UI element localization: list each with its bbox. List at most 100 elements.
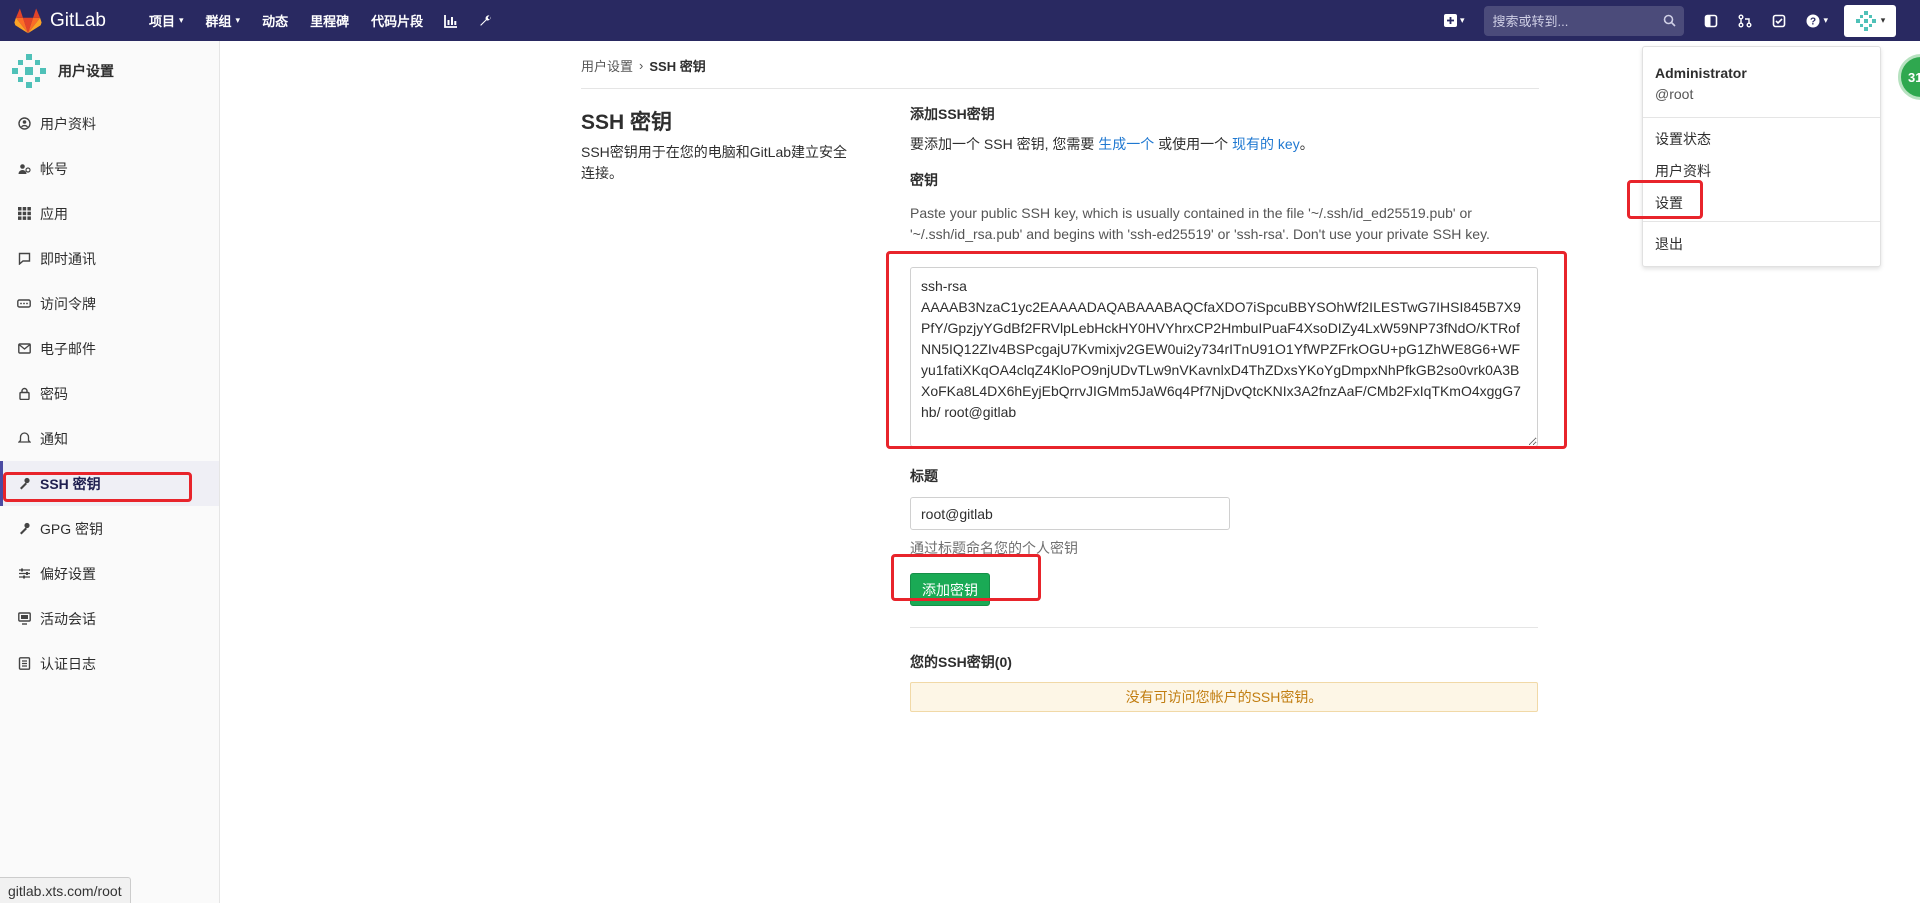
dropdown-profile[interactable]: 用户资料 bbox=[1655, 161, 1711, 181]
dropdown-sign-out[interactable]: 退出 bbox=[1655, 234, 1683, 254]
sidebar-header[interactable]: 用户设置 bbox=[0, 41, 219, 101]
nav-link-2[interactable]: 动态 bbox=[251, 11, 299, 30]
sidebar-item-0[interactable]: 用户资料 bbox=[0, 101, 219, 146]
chat-icon bbox=[16, 252, 32, 265]
plus-icon bbox=[1443, 14, 1457, 27]
sidebar-item-label: 访问令牌 bbox=[40, 295, 96, 312]
title-label: 标题 bbox=[910, 468, 938, 484]
form-divider bbox=[910, 627, 1538, 628]
nav-link-3[interactable]: 里程碑 bbox=[299, 11, 360, 30]
sidebar-item-12[interactable]: 认证日志 bbox=[0, 641, 219, 686]
chevron-down-icon: ▾ bbox=[1880, 15, 1886, 25]
new-item-button[interactable]: ▾ bbox=[1434, 14, 1475, 27]
dropdown-divider bbox=[1643, 117, 1880, 118]
user-avatar-button[interactable]: ▾ bbox=[1844, 4, 1896, 37]
title-input[interactable] bbox=[910, 497, 1230, 530]
add-desc-middle: 或使用一个 bbox=[1154, 136, 1233, 152]
no-keys-message: 没有可访问您帐户的SSH密钥。 bbox=[910, 682, 1538, 712]
preferences-icon bbox=[16, 567, 32, 580]
sidebar-toggle-icon[interactable] bbox=[1694, 14, 1728, 28]
nav-link-1[interactable]: 群组 ▾ bbox=[195, 11, 252, 30]
sidebar-item-label: 应用 bbox=[40, 205, 68, 222]
sidebar-item-7[interactable]: 通知 bbox=[0, 416, 219, 461]
todo-icon[interactable] bbox=[1762, 14, 1796, 28]
sidebar-item-2[interactable]: 应用 bbox=[0, 191, 219, 236]
chevron-right-icon: › bbox=[639, 58, 644, 73]
chevron-down-icon: ▾ bbox=[1823, 15, 1828, 25]
status-bar-url: gitlab.xts.com/root bbox=[0, 877, 131, 903]
nav-link-label: 里程碑 bbox=[310, 14, 350, 29]
existing-key-link[interactable]: 现有的 key bbox=[1232, 136, 1300, 152]
email-icon bbox=[16, 342, 32, 355]
search-icon bbox=[1664, 14, 1677, 27]
highlight-dropdown-settings bbox=[1627, 180, 1703, 219]
highlight-sidebar-ssh bbox=[3, 472, 192, 502]
floating-badge[interactable]: 31 bbox=[1898, 54, 1920, 100]
sidebar-item-1[interactable]: 帐号 bbox=[0, 146, 219, 191]
sidebar-item-label: GPG 密钥 bbox=[40, 520, 104, 537]
nav-link-label: 项目 bbox=[148, 14, 175, 29]
chevron-down-icon: ▾ bbox=[235, 15, 241, 25]
sidebar-item-11[interactable]: 活动会话 bbox=[0, 596, 219, 641]
dropdown-user-name[interactable]: Administrator bbox=[1655, 65, 1747, 81]
key-help-text: Paste your public SSH key, which is usua… bbox=[910, 205, 1490, 242]
avatar-icon bbox=[1855, 10, 1876, 31]
dropdown-set-status[interactable]: 设置状态 bbox=[1655, 129, 1711, 149]
gitlab-tanuki-icon bbox=[14, 7, 42, 33]
page-title: SSH 密钥 bbox=[581, 111, 673, 134]
chevron-down-icon: ▾ bbox=[179, 15, 184, 25]
sidebar-item-label: 密码 bbox=[40, 385, 68, 402]
breadcrumb-parent[interactable]: 用户设置 bbox=[581, 56, 633, 75]
search-box[interactable]: 搜索或转到... bbox=[1484, 5, 1685, 36]
profile-icon bbox=[16, 117, 32, 130]
generate-key-link[interactable]: 生成一个 bbox=[1098, 136, 1154, 152]
sidebar-item-label: 认证日志 bbox=[40, 655, 96, 672]
key-label: 密钥 bbox=[910, 172, 938, 188]
add-desc-suffix: 。 bbox=[1299, 136, 1314, 152]
sidebar-item-6[interactable]: 密码 bbox=[0, 371, 219, 416]
dropdown-username: @root bbox=[1655, 86, 1694, 102]
key-icon bbox=[16, 522, 32, 535]
sidebar-item-5[interactable]: 电子邮件 bbox=[0, 326, 219, 371]
sidebar-item-label: 通知 bbox=[40, 430, 68, 447]
bell-icon bbox=[16, 432, 32, 445]
breadcrumb: 用户设置 › SSH 密钥 bbox=[581, 56, 706, 75]
search-input[interactable]: 搜索或转到... bbox=[1492, 11, 1568, 30]
sidebar-item-label: 用户资料 bbox=[40, 115, 96, 132]
account-icon bbox=[16, 162, 32, 175]
sidebar-item-10[interactable]: 偏好设置 bbox=[0, 551, 219, 596]
wrench-icon[interactable] bbox=[468, 14, 502, 28]
help-button[interactable]: ? ▾ bbox=[1796, 14, 1838, 28]
token-icon bbox=[16, 297, 32, 310]
merge-request-icon[interactable] bbox=[1728, 14, 1762, 28]
sidebar-item-3[interactable]: 即时通讯 bbox=[0, 236, 219, 281]
sidebar-item-label: 活动会话 bbox=[40, 610, 96, 627]
brand-name: GitLab bbox=[50, 9, 106, 31]
lock-icon bbox=[16, 387, 32, 400]
chart-icon[interactable] bbox=[434, 14, 468, 28]
breadcrumb-divider bbox=[581, 88, 1539, 89]
avatar-icon bbox=[12, 54, 46, 88]
add-key-description: 要添加一个 SSH 密钥, 您需要 生成一个 或使用一个 现有的 key。 bbox=[910, 134, 1538, 154]
chevron-down-icon: ▾ bbox=[1459, 15, 1465, 25]
sidebar-item-4[interactable]: 访问令牌 bbox=[0, 281, 219, 326]
nav-link-0[interactable]: 项目 ▾ bbox=[138, 11, 195, 30]
sidebar-item-label: 即时通讯 bbox=[40, 250, 96, 267]
nav-link-label: 群组 bbox=[205, 14, 232, 29]
nav-link-4[interactable]: 代码片段 bbox=[360, 11, 434, 30]
breadcrumb-current[interactable]: SSH 密钥 bbox=[649, 56, 705, 75]
nav-link-label: 动态 bbox=[262, 14, 289, 29]
page-description: SSH密钥用于在您的电脑和GitLab建立安全连接。 bbox=[581, 144, 848, 181]
help-icon: ? bbox=[1806, 14, 1820, 27]
sidebar-item-label: 帐号 bbox=[40, 160, 68, 177]
applications-icon bbox=[16, 207, 32, 220]
svg-text:?: ? bbox=[1810, 16, 1816, 27]
nav-link-label: 代码片段 bbox=[371, 14, 424, 29]
sidebar-item-9[interactable]: GPG 密钥 bbox=[0, 506, 219, 551]
user-dropdown-menu: Administrator @root 设置状态 用户资料 设置 退出 bbox=[1642, 46, 1881, 267]
add-ssh-key-heading: 添加SSH密钥 bbox=[910, 106, 995, 122]
gitlab-logo[interactable]: GitLab bbox=[14, 7, 106, 34]
log-icon bbox=[16, 657, 32, 670]
top-navbar: GitLab 项目 ▾ 群组 ▾ 动态 里程碑 代码片段 ▾ 搜索或转到... ? ▾ bbox=[0, 0, 1920, 41]
sidebar-title: 用户设置 bbox=[58, 63, 114, 79]
